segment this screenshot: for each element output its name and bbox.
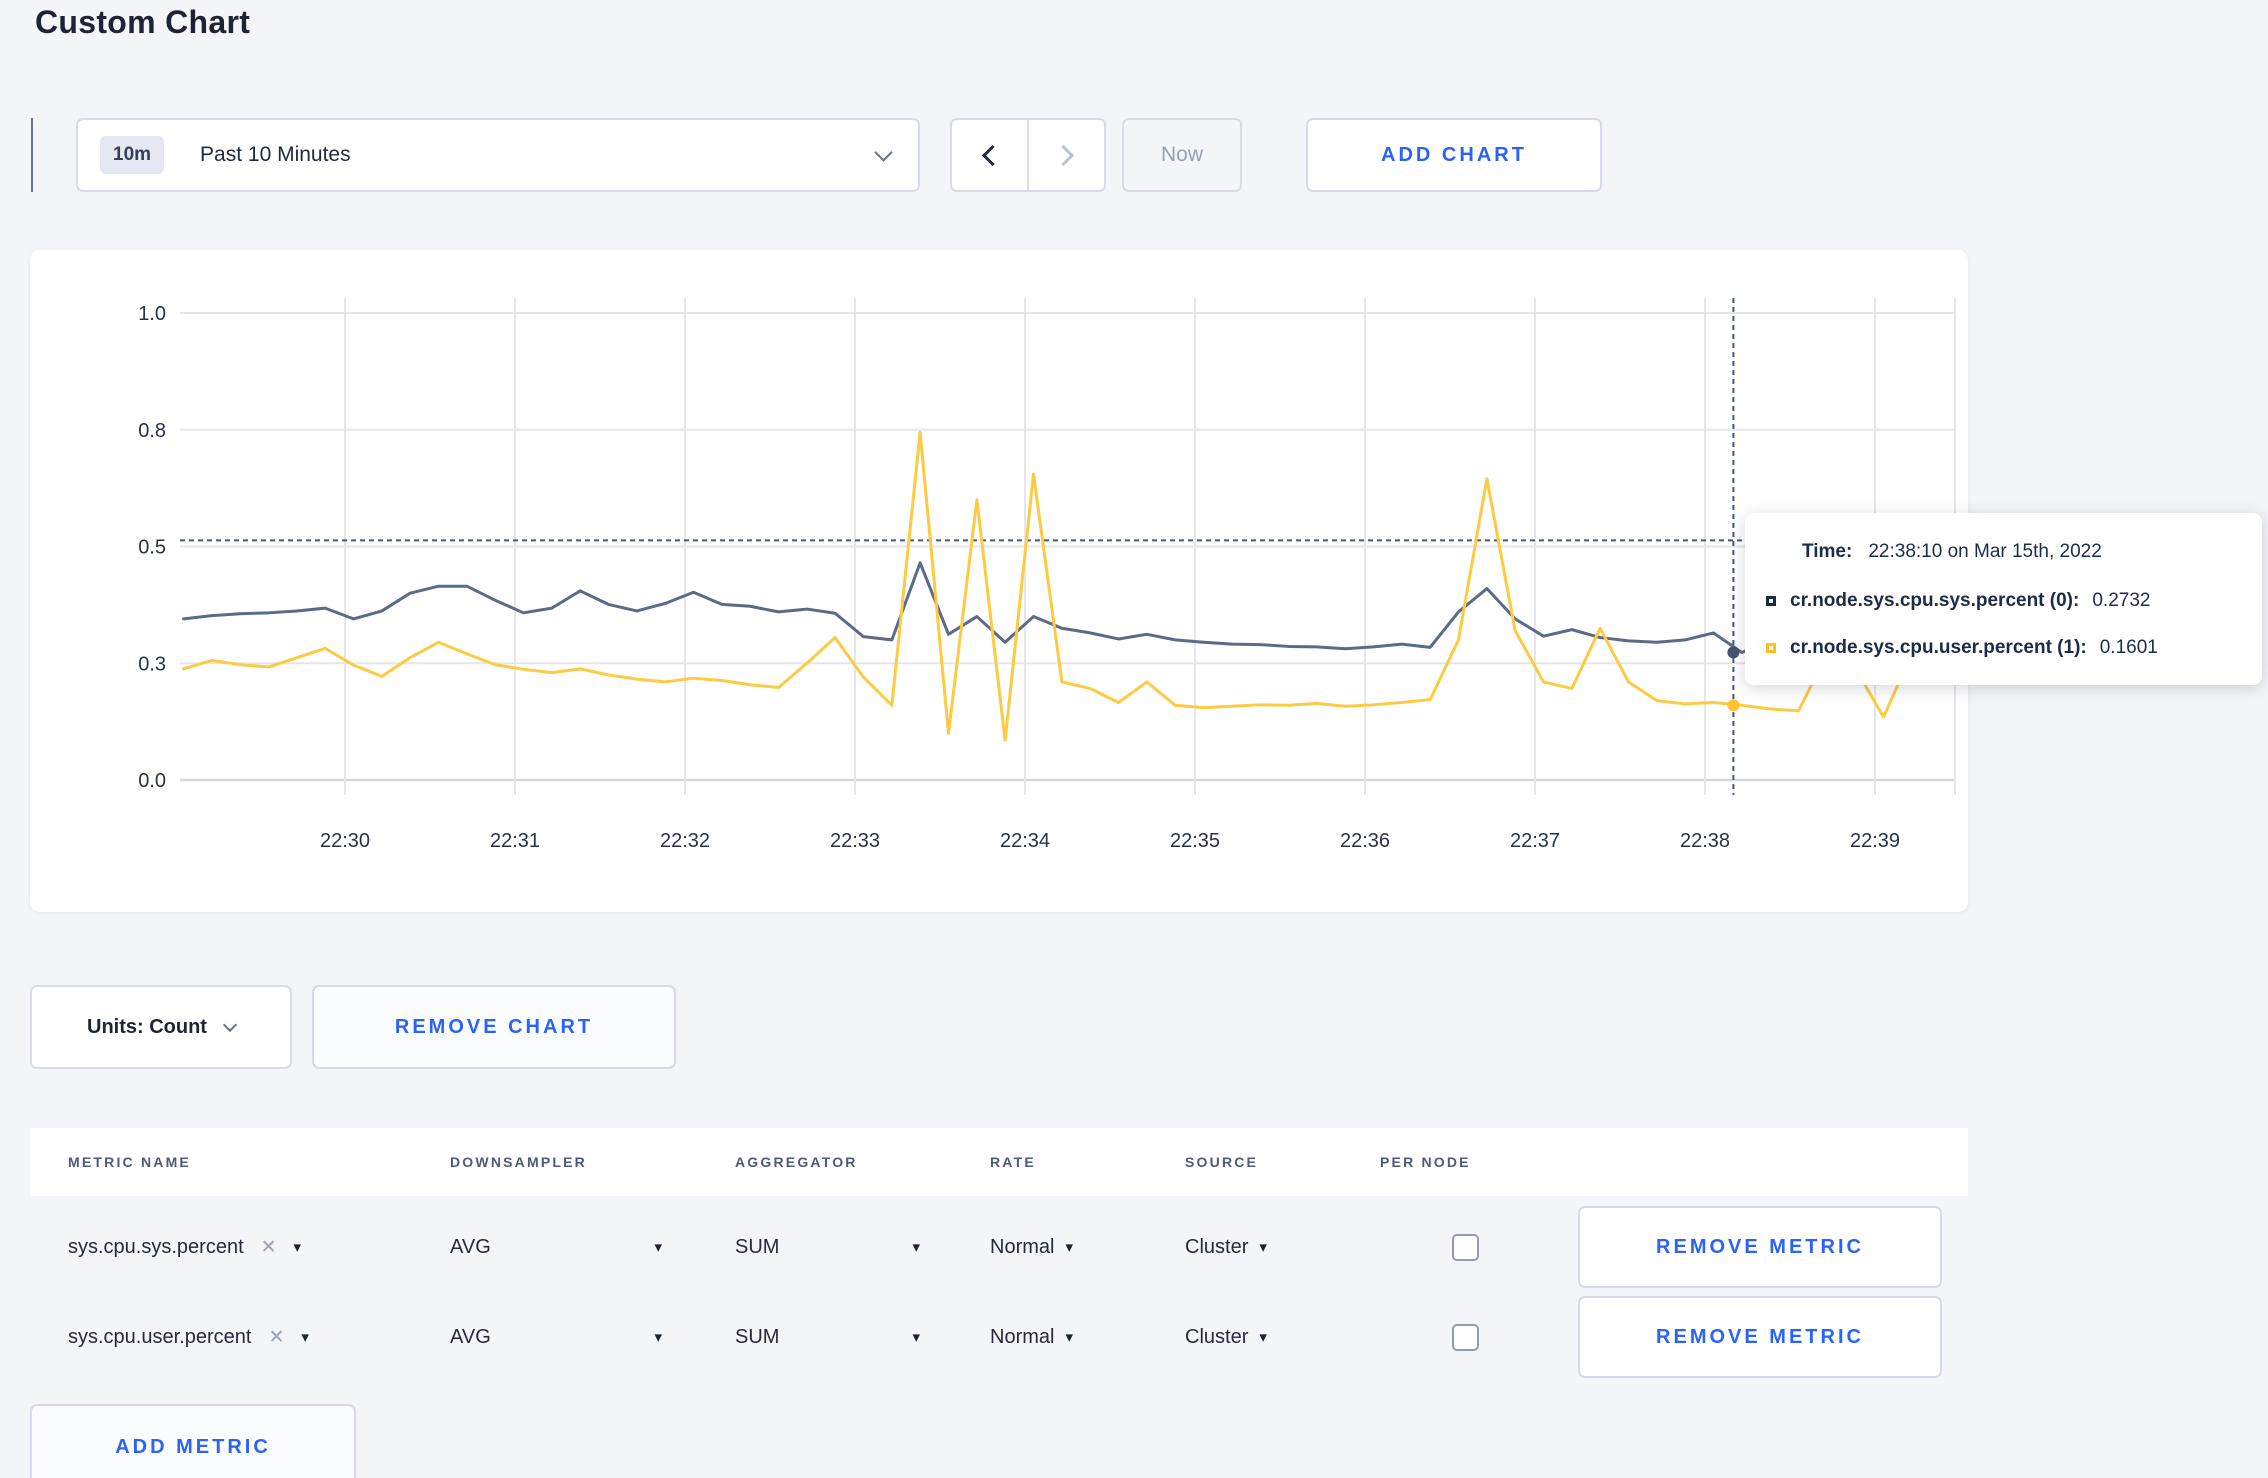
tooltip-series-value: 0.2732 [2092, 590, 2151, 611]
chart-card: 0.0 0.3 0.5 0.8 1.0 22:30 22:31 22:32 22:33 22:34… [30, 250, 1968, 912]
downsampler-value: AVG [450, 1235, 491, 1258]
crosshair-point-1 [1727, 699, 1740, 712]
caret-down-icon: ▾ [654, 1329, 662, 1346]
metrics-table-header: METRIC NAME DOWNSAMPLER AGGREGATOR RATE SOUR… [30, 1128, 1968, 1196]
toolbar-divider [31, 118, 33, 192]
series-swatch-icon [1766, 643, 1776, 653]
y-tick-label: 0.3 [138, 653, 166, 675]
tooltip-series-row: cr.node.sys.cpu.sys.percent (0): 0.2732 [1766, 589, 2150, 613]
y-tick-label: 0.0 [138, 770, 166, 792]
tooltip-series-value: 0.1601 [2099, 637, 2158, 658]
chart-plot[interactable]: 0.0 0.3 0.5 0.8 1.0 22:30 22:31 22:32 22:33 22:34… [30, 250, 1968, 912]
x-tick-label: 22:36 [1340, 830, 1390, 852]
caret-down-icon: ▾ [1259, 1239, 1267, 1256]
time-nav-group [950, 118, 1106, 192]
source-dropdown[interactable]: Cluster ▾ [1185, 1236, 1267, 1259]
x-tick-label: 22:39 [1850, 830, 1900, 852]
tooltip-series-label: cr.node.sys.cpu.user.percent (1): [1790, 637, 2087, 658]
column-header: PER NODE [1380, 1154, 1471, 1170]
caret-down-icon: ▾ [1065, 1239, 1073, 1256]
tooltip-time-label: Time: [1802, 541, 1853, 562]
aggregator-value: SUM [735, 1325, 780, 1348]
caret-down-icon: ▾ [1065, 1329, 1073, 1346]
caret-down-icon: ▾ [912, 1329, 920, 1346]
column-header: SOURCE [1185, 1154, 1259, 1170]
tooltip-time-value: 22:38:10 on Mar 15th, 2022 [1868, 541, 2102, 562]
units-dropdown-label: Units: Count [87, 1015, 207, 1038]
column-header: DOWNSAMPLER [450, 1154, 587, 1170]
chevron-right-icon [1052, 144, 1075, 166]
clear-metric-icon[interactable]: ✕ [261, 1236, 277, 1259]
add-metric-button[interactable]: ADD METRIC [30, 1404, 356, 1478]
rate-dropdown[interactable]: Normal ▾ [990, 1326, 1073, 1349]
y-tick-label: 0.8 [138, 420, 166, 442]
clear-metric-icon[interactable]: ✕ [268, 1326, 284, 1349]
metric-name-dropdown[interactable]: sys.cpu.user.percent ✕ ▾ [68, 1326, 450, 1349]
tooltip-series-label: cr.node.sys.cpu.sys.percent (0): [1790, 590, 2080, 611]
time-window-picker[interactable]: 10m Past 10 Minutes [76, 118, 920, 192]
caret-down-icon: ▾ [1259, 1329, 1267, 1346]
x-tick-label: 22:34 [1000, 830, 1050, 852]
chevron-down-icon [874, 142, 893, 162]
y-tick-label: 1.0 [138, 303, 166, 325]
metric-name-value: sys.cpu.sys.percent [68, 1235, 244, 1258]
add-chart-button[interactable]: ADD CHART [1306, 118, 1602, 192]
per-node-checkbox[interactable] [1451, 1233, 1479, 1261]
remove-chart-button[interactable]: REMOVE CHART [312, 985, 676, 1069]
remove-metric-button[interactable]: REMOVE METRIC [1578, 1206, 1942, 1288]
tooltip-time: Time: 22:38:10 on Mar 15th, 2022 [1802, 541, 2102, 563]
rate-value: Normal [990, 1235, 1055, 1258]
aggregator-value: SUM [735, 1235, 780, 1258]
page-title: Custom Chart [35, 4, 251, 40]
downsampler-dropdown[interactable]: AVG ▾ [450, 1326, 662, 1349]
source-value: Cluster [1185, 1325, 1249, 1348]
y-tick-label: 0.5 [138, 537, 166, 559]
caret-down-icon: ▾ [293, 1239, 302, 1256]
now-button[interactable]: Now [1122, 118, 1242, 192]
source-dropdown[interactable]: Cluster ▾ [1185, 1326, 1267, 1349]
x-tick-label: 22:38 [1680, 830, 1730, 852]
x-tick-label: 22:32 [660, 830, 710, 852]
x-tick-label: 22:30 [320, 830, 370, 852]
downsampler-value: AVG [450, 1325, 491, 1348]
time-window-badge: 10m [100, 136, 165, 174]
aggregator-dropdown[interactable]: SUM ▾ [735, 1236, 920, 1259]
metric-table-row: sys.cpu.sys.percent ✕ ▾ AVG ▾ SUM ▾ Norm… [30, 1204, 1968, 1290]
x-tick-label: 22:37 [1510, 830, 1560, 852]
rate-value: Normal [990, 1325, 1055, 1348]
column-header: AGGREGATOR [735, 1154, 858, 1170]
time-forward-button[interactable] [1029, 120, 1104, 190]
x-tick-label: 22:31 [490, 830, 540, 852]
chart-tooltip: Time: 22:38:10 on Mar 15th, 2022 cr.node.… [1745, 513, 2262, 685]
caret-down-icon: ▾ [912, 1239, 920, 1256]
chevron-down-icon [222, 1017, 238, 1032]
rate-dropdown[interactable]: Normal ▾ [990, 1236, 1073, 1259]
caret-down-icon: ▾ [301, 1329, 309, 1346]
time-back-button[interactable] [952, 120, 1029, 190]
column-header: RATE [990, 1154, 1036, 1170]
per-node-checkbox[interactable] [1451, 1323, 1479, 1351]
custom-chart-page: Custom Chart 10m Past 10 Minutes Now ADD… [0, 0, 2268, 1478]
metric-table-row: sys.cpu.user.percent ✕ ▾ AVG ▾ SUM ▾ Nor… [30, 1294, 1968, 1380]
source-value: Cluster [1185, 1235, 1249, 1258]
x-tick-label: 22:35 [1170, 830, 1220, 852]
caret-down-icon: ▾ [654, 1239, 662, 1256]
chevron-left-icon [981, 144, 1004, 166]
series-swatch-icon [1766, 596, 1776, 606]
downsampler-dropdown[interactable]: AVG ▾ [450, 1236, 662, 1259]
metric-name-dropdown[interactable]: sys.cpu.sys.percent ✕ ▾ [68, 1236, 450, 1259]
remove-metric-button[interactable]: REMOVE METRIC [1578, 1296, 1942, 1378]
tooltip-series-row: cr.node.sys.cpu.user.percent (1): 0.1601 [1766, 636, 2158, 660]
metric-name-value: sys.cpu.user.percent [68, 1325, 252, 1348]
crosshair-point-0 [1727, 646, 1740, 659]
time-window-label: Past 10 Minutes [200, 143, 351, 166]
units-dropdown[interactable]: Units: Count [30, 985, 292, 1069]
aggregator-dropdown[interactable]: SUM ▾ [735, 1326, 920, 1349]
column-header: METRIC NAME [68, 1154, 191, 1170]
x-tick-label: 22:33 [830, 830, 880, 852]
